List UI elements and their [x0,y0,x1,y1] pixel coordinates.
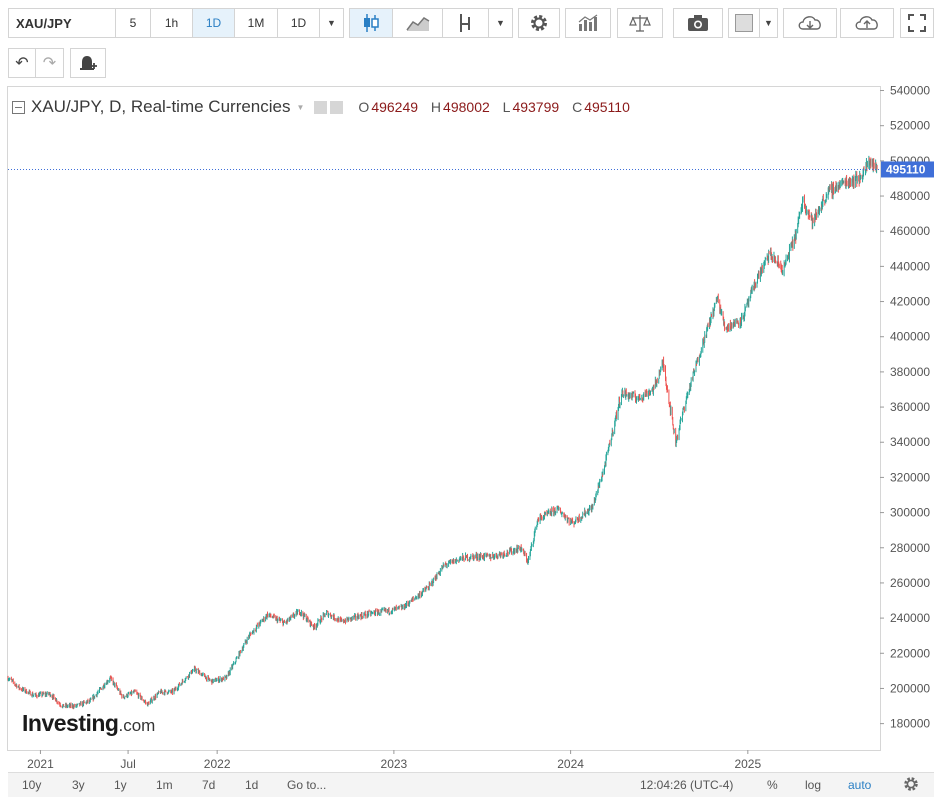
settings-gear-button[interactable] [903,776,919,795]
y-tick-label: 200000 [890,681,930,695]
eye-icon[interactable] [314,100,328,114]
y-tick-label: 300000 [890,506,930,520]
candles-series [7,155,878,710]
y-tick-label: 340000 [890,435,930,449]
open-label: O [358,99,370,115]
y-tick-label: 240000 [890,611,930,625]
legend-title: XAU/JPY, D, Real-time Currencies [31,97,291,116]
price-chart[interactable]: 180000 200000 220000 240000 260000 280000 3000… [0,0,942,808]
range-1m-button[interactable]: 1m [156,778,173,792]
low-label: L [502,99,511,115]
y-tick-label: 380000 [890,365,930,379]
investing-logo: Investing.com [22,710,155,737]
range-1d-button[interactable]: 1d [245,778,258,792]
y-tick-label: 480000 [890,189,930,203]
chevron-down-icon[interactable]: ▼ [297,103,305,112]
range-10y-button[interactable]: 10y [22,778,41,792]
close-value: 495110 [584,99,630,115]
range-7d-button[interactable]: 7d [202,778,215,792]
chart-legend: XAU/JPY, D, Real-time Currencies ▼ O 4962… [12,96,630,118]
y-tick-label: 320000 [890,470,930,484]
y-tick-label: 460000 [890,224,930,238]
x-tick-label: 2023 [381,757,408,771]
logo-suffix: .com [118,716,156,735]
percent-scale-button[interactable]: % [767,778,778,792]
x-tick-label: 2024 [557,757,584,771]
logo-brand: Investing [22,710,119,736]
ohlc-values: O 496249 H 498002 L 493799 C 495110 [349,99,629,115]
y-tick-label: 220000 [890,646,930,660]
x-tick-label: Jul [120,757,135,771]
y-tick-label: 520000 [890,119,930,133]
open-value: 496249 [371,99,419,115]
last-price-label: 495110 [886,162,926,176]
y-tick-label: 400000 [890,330,930,344]
y-tick-label: 180000 [890,717,930,731]
clock-timezone[interactable]: 12:04:26 (UTC-4) [640,778,733,792]
gear-icon [904,777,918,791]
range-3y-button[interactable]: 3y [72,778,85,792]
y-tick-label: 540000 [890,84,930,98]
low-value: 493799 [512,99,560,115]
bottom-toolbar: 10y 3y 1y 1m 7d 1d Go to... 12:04:26 (UT… [8,772,934,797]
collapse-legend-icon[interactable] [12,100,25,114]
close-label: C [572,99,583,115]
y-tick-label: 360000 [890,400,930,414]
log-scale-button[interactable]: log [805,778,821,792]
x-tick-label: 2025 [734,757,761,771]
y-tick-label: 260000 [890,576,930,590]
y-tick-label: 440000 [890,259,930,273]
auto-scale-button[interactable]: auto [848,778,871,792]
gear-icon[interactable] [330,100,344,114]
high-value: 498002 [443,99,490,115]
goto-button[interactable]: Go to... [287,778,326,792]
y-tick-label: 420000 [890,295,930,309]
x-tick-label: 2022 [204,757,231,771]
x-tick-label: 2021 [27,757,54,771]
high-label: H [430,99,442,115]
range-1y-button[interactable]: 1y [114,778,127,792]
y-tick-label: 280000 [890,541,930,555]
